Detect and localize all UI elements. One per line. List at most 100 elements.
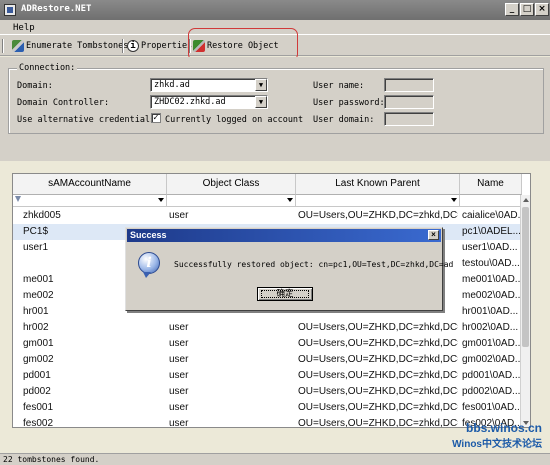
chevron-down-icon[interactable]: ▼ — [255, 79, 267, 91]
password-label: User password: — [313, 98, 385, 108]
column-header-name[interactable]: Name — [460, 174, 522, 195]
userdomain-field[interactable] — [384, 112, 434, 126]
app-icon — [4, 4, 16, 16]
table-row[interactable]: pd001 user OU=Users,OU=ZHKD,DC=zhkd,DC=ad p… — [13, 368, 522, 384]
maximize-button[interactable]: □ — [520, 3, 534, 16]
table-cell: OU=Users,OU=ZHKD,DC=zhkd,DC=ad — [298, 402, 458, 413]
table-cell: pd002\0AD... — [462, 386, 521, 397]
table-row[interactable]: gm001 user OU=Users,OU=ZHKD,DC=zhkd,DC=ad g… — [13, 336, 522, 352]
vertical-scrollbar[interactable] — [520, 195, 530, 427]
menu-help[interactable]: Help — [13, 23, 35, 33]
table-cell: user — [169, 210, 189, 221]
minimize-button[interactable]: _ — [505, 3, 519, 16]
toolbar-separator — [122, 39, 124, 53]
password-field[interactable] — [384, 95, 434, 109]
close-button[interactable]: × — [535, 3, 549, 16]
alt-credentials-checkbox[interactable]: ✓ — [151, 113, 161, 123]
table-cell: user — [169, 418, 189, 428]
table-cell: user — [169, 386, 189, 397]
chevron-down-icon[interactable] — [158, 198, 164, 202]
scroll-up-icon[interactable] — [523, 198, 529, 202]
toolbar-grip — [2, 39, 4, 53]
domain-controller-label: Domain Controller: — [17, 98, 110, 108]
column-header-samaccountname[interactable]: sAMAccountName — [13, 174, 167, 195]
domain-controller-value: ZHDC02.zhkd.ad — [154, 97, 226, 107]
table-cell: testou\0AD... — [462, 258, 520, 269]
domain-controller-combo[interactable]: ZHDC02.zhkd.ad ▼ — [150, 95, 268, 109]
window-title: ADRestore.NET — [21, 4, 92, 14]
watermark-url: bbs.winos.cn — [465, 421, 542, 435]
table-cell: OU=Users,OU=ZHKD,DC=zhkd,DC=ad — [298, 370, 458, 381]
information-icon: i — [138, 252, 160, 278]
dialog-close-button[interactable]: × — [428, 230, 439, 240]
filter-cell[interactable] — [460, 195, 522, 206]
filter-icon — [15, 196, 21, 202]
table-cell: gm002\0AD... — [462, 354, 522, 365]
table-row[interactable]: zhkd005 user OU=Users,OU=ZHKD,DC=zhkd,DC=a… — [13, 208, 522, 224]
currently-logged-label: Currently logged on account — [165, 115, 304, 125]
scroll-thumb[interactable] — [522, 207, 529, 347]
success-dialog: Success × i Successfully restored object… — [125, 227, 453, 311]
domain-label: Domain: — [17, 81, 53, 91]
table-cell: me001\0AD... — [462, 274, 522, 285]
table-cell: user — [169, 322, 189, 333]
table-cell: caialice\0AD... — [462, 210, 522, 221]
filter-cell[interactable] — [167, 195, 296, 206]
filter-cell[interactable] — [296, 195, 460, 206]
table-cell: user — [169, 402, 189, 413]
alt-credentials-label: Use alternative credentials: — [17, 115, 161, 125]
table-row[interactable]: hr002 user OU=Users,OU=ZHKD,DC=zhkd,DC=ad h… — [13, 320, 522, 336]
status-bar: 22 tombstones found. — [0, 453, 550, 465]
dialog-titlebar: Success × — [127, 229, 441, 242]
table-cell: fes001 — [23, 402, 54, 413]
table-cell: OU=Users,OU=ZHKD,DC=zhkd,DC=ad — [298, 210, 458, 221]
status-text: 22 tombstones found. — [3, 455, 100, 464]
dialog-title: Success — [130, 230, 167, 240]
table-cell: fes001\0AD... — [462, 402, 522, 413]
table-cell: OU=Users,OU=ZHKD,DC=zhkd,DC=ad — [298, 338, 458, 349]
enumerate-tombstones-label: Enumerate Tombstones — [26, 40, 129, 51]
table-row[interactable]: fes002 user OU=Users,OU=ZHKD,DC=zhkd,DC=ad… — [13, 416, 522, 428]
dialog-message: Successfully restored object: cn=pc1,OU=… — [174, 260, 454, 269]
enumerate-tombstones-button[interactable]: Enumerate Tombstones — [12, 38, 128, 53]
table-cell: hr001\0AD... — [462, 306, 519, 317]
table-cell: pc1\0ADEL... — [462, 226, 521, 237]
username-field[interactable] — [384, 78, 434, 92]
username-label: User name: — [313, 81, 365, 91]
userdomain-label: User domain: — [313, 115, 375, 125]
connection-legend: Connection: — [17, 63, 78, 73]
table-row[interactable]: pd002 user OU=Users,OU=ZHKD,DC=zhkd,DC=ad p… — [13, 384, 522, 400]
table-cell: gm001\0AD... — [462, 338, 522, 349]
table-cell: OU=Users,OU=ZHKD,DC=zhkd,DC=ad — [298, 386, 458, 397]
table-cell: hr002\0AD... — [462, 322, 519, 333]
table-row[interactable]: fes001 user OU=Users,OU=ZHKD,DC=zhkd,DC=ad… — [13, 400, 522, 416]
table-cell: zhkd005 — [23, 210, 61, 221]
table-cell: hr002 — [23, 322, 49, 333]
table-cell: pd001 — [23, 370, 51, 381]
properties-label: Properties — [141, 40, 193, 51]
filter-cell[interactable] — [13, 195, 167, 206]
table-cell: pd002 — [23, 386, 51, 397]
table-cell: pd001\0AD... — [462, 370, 521, 381]
watermark: bbs.winos.cn Winos中文技术论坛 — [452, 421, 542, 450]
watermark-forum: Winos中文技术论坛 — [452, 439, 542, 450]
chevron-down-icon[interactable] — [451, 198, 457, 202]
focus-rect — [261, 290, 309, 298]
column-header-last-known-parent[interactable]: Last Known Parent — [296, 174, 460, 195]
table-cell: gm002 — [23, 354, 54, 365]
table-row[interactable]: gm002 user OU=Users,OU=ZHKD,DC=zhkd,DC=ad g… — [13, 352, 522, 368]
chevron-down-icon[interactable] — [287, 198, 293, 202]
table-cell: me002\0AD... — [462, 290, 522, 301]
domain-combo[interactable]: zhkd.ad ▼ — [150, 78, 268, 92]
ok-button[interactable]: 确定 — [257, 287, 313, 301]
table-cell: fes002 — [23, 418, 54, 428]
properties-button[interactable]: i Properties — [127, 38, 192, 53]
table-cell: OU=Users,OU=ZHKD,DC=zhkd,DC=ad — [298, 322, 458, 333]
chevron-down-icon[interactable]: ▼ — [255, 96, 267, 108]
info-icon: i — [127, 39, 139, 52]
domain-value: zhkd.ad — [154, 80, 190, 90]
column-header-object-class[interactable]: Object Class — [167, 174, 296, 195]
table-cell: user — [169, 370, 189, 381]
table-cell: user — [169, 354, 189, 365]
window-titlebar: ADRestore.NET _ □ × — [0, 0, 550, 20]
